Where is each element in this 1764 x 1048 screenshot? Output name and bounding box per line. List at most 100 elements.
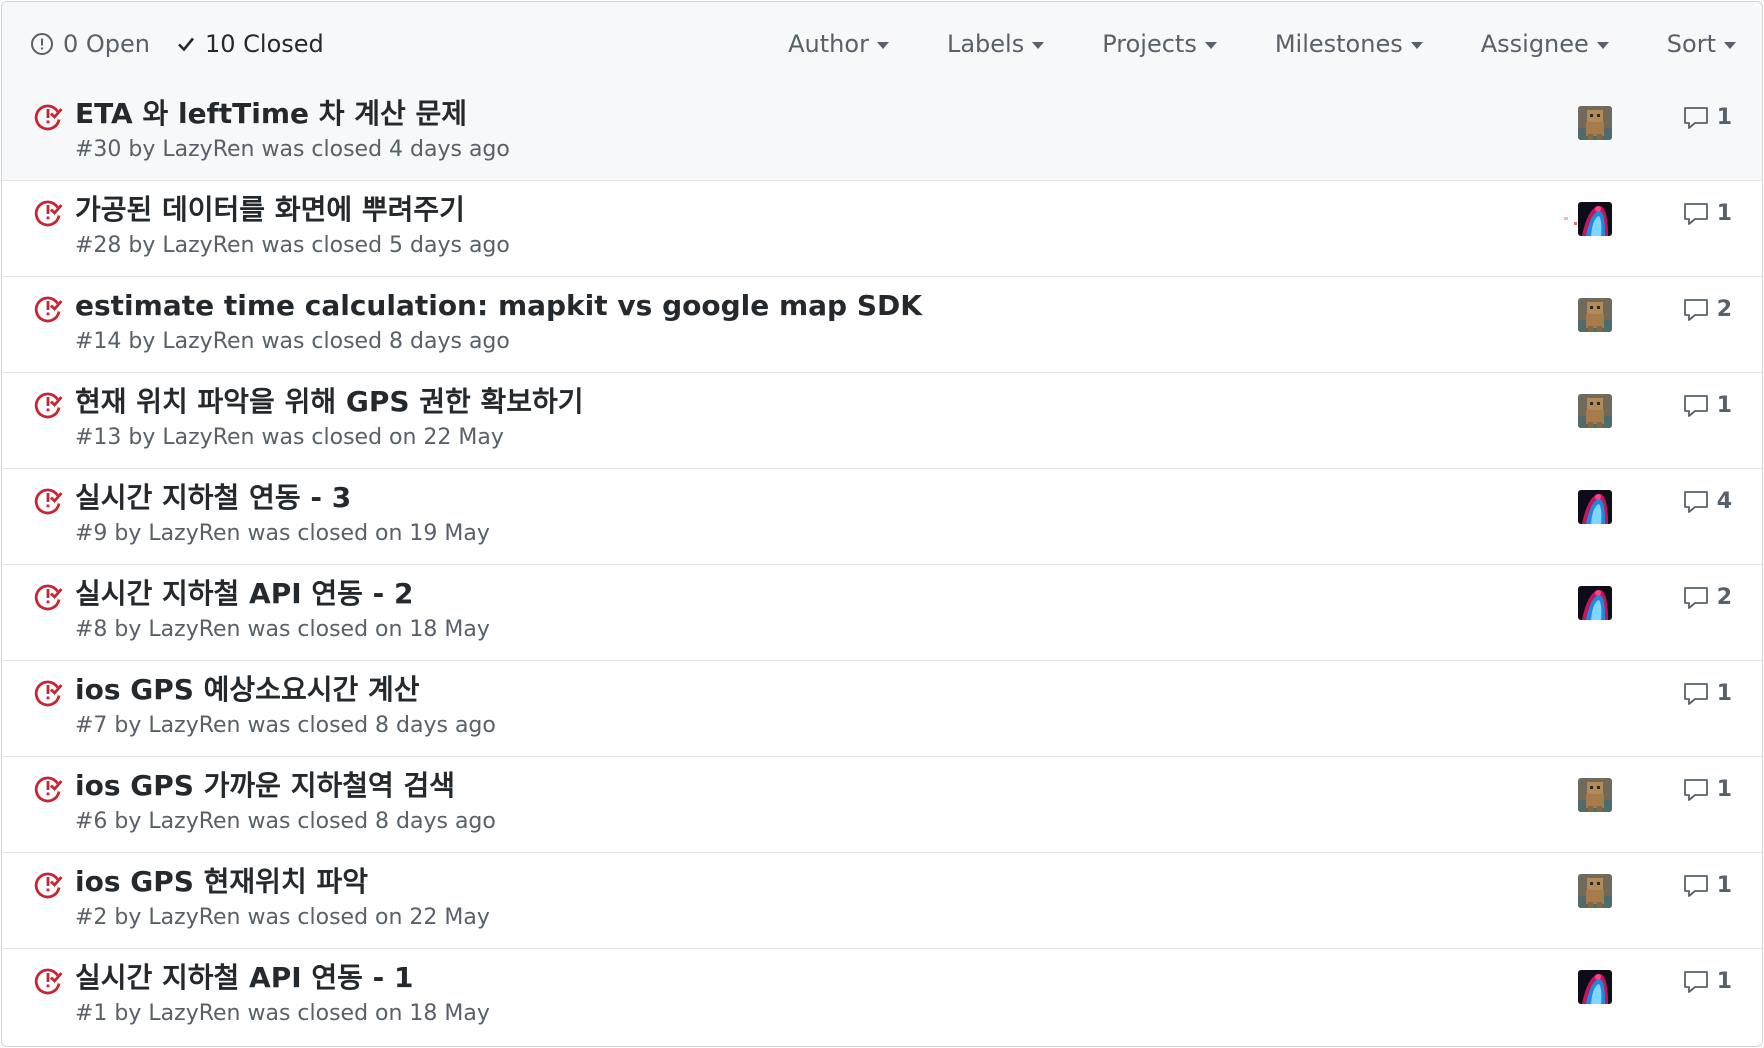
issue-title-link[interactable]: ios GPS 가까운 지하철역 검색 bbox=[75, 766, 455, 806]
caret-down-icon bbox=[1724, 41, 1736, 49]
issue-title-link[interactable]: 실시간 지하철 API 연동 - 1 bbox=[75, 958, 414, 998]
milestones-filter[interactable]: Milestones bbox=[1275, 30, 1423, 58]
comment-count: 1 bbox=[1716, 681, 1732, 706]
assignee-avatars bbox=[1578, 969, 1612, 1005]
check-icon bbox=[178, 37, 195, 51]
assignee-avatars bbox=[1578, 297, 1612, 333]
comment-icon bbox=[1683, 874, 1708, 897]
comments-link[interactable]: 1 bbox=[1683, 777, 1732, 802]
comments-link[interactable]: 1 bbox=[1683, 105, 1732, 130]
issues-box: 0 Open 10 Closed Author Labels Projects … bbox=[1, 1, 1763, 1047]
issue-closed-icon bbox=[34, 200, 63, 227]
comments-link[interactable]: 1 bbox=[1683, 201, 1732, 226]
assignee-avatar[interactable] bbox=[1578, 778, 1612, 812]
comments-link[interactable]: 1 bbox=[1683, 393, 1732, 418]
issue-row[interactable]: 실시간 지하철 API 연동 - 2 #8 by LazyRen was clos… bbox=[2, 565, 1762, 661]
assignee-avatar[interactable] bbox=[1578, 970, 1612, 1004]
issue-title-link[interactable]: 실시간 지하철 API 연동 - 2 bbox=[75, 574, 414, 614]
assignee-avatar[interactable] bbox=[1578, 874, 1612, 908]
issue-row[interactable]: 실시간 지하철 API 연동 - 1 #1 by LazyRen was clos… bbox=[2, 949, 1762, 1045]
assignee-avatars bbox=[1578, 873, 1612, 909]
caret-down-icon bbox=[1596, 41, 1609, 49]
issue-title-link[interactable]: ETA 와 leftTime 차 계산 문제 bbox=[75, 94, 467, 134]
assignee-avatar[interactable] bbox=[1578, 490, 1612, 524]
issue-row[interactable]: ios GPS 현재위치 파악 #2 by LazyRen was closed … bbox=[2, 853, 1762, 949]
closed-issues-link[interactable]: 10 Closed bbox=[176, 30, 324, 58]
issue-closed-icon bbox=[34, 104, 63, 131]
issue-row[interactable]: 실시간 지하철 연동 - 3 #9 by LazyRen was closed o… bbox=[2, 469, 1762, 565]
assignee-avatars bbox=[1578, 777, 1612, 813]
comment-icon bbox=[1683, 778, 1708, 801]
caret-down-icon bbox=[1032, 41, 1045, 49]
comment-count: 1 bbox=[1716, 201, 1732, 226]
comment-icon bbox=[1683, 298, 1708, 321]
comment-icon bbox=[1683, 682, 1708, 705]
comment-icon bbox=[1683, 106, 1708, 129]
issue-title-link[interactable]: ios GPS 현재위치 파악 bbox=[75, 862, 368, 902]
assignee-avatar[interactable] bbox=[1578, 106, 1612, 140]
comment-count: 1 bbox=[1716, 393, 1732, 418]
comment-count: 4 bbox=[1716, 489, 1732, 514]
comment-icon bbox=[1683, 586, 1708, 609]
projects-filter[interactable]: Projects bbox=[1102, 30, 1217, 58]
issue-title-link[interactable]: 실시간 지하철 연동 - 3 bbox=[75, 478, 351, 518]
comments-link[interactable]: 2 bbox=[1683, 585, 1732, 610]
open-issues-link[interactable]: 0 Open bbox=[30, 30, 150, 58]
assignee-avatars bbox=[1578, 105, 1612, 141]
issue-meta: #14 by LazyRen was closed 8 days ago bbox=[75, 329, 510, 354]
assignee-avatars bbox=[1578, 585, 1612, 621]
issue-meta: #30 by LazyRen was closed 4 days ago bbox=[75, 137, 510, 162]
comments-link[interactable]: 1 bbox=[1683, 873, 1732, 898]
closed-issues-label: 10 Closed bbox=[205, 29, 324, 58]
assignee-avatar[interactable] bbox=[1578, 586, 1612, 620]
labels-filter[interactable]: Labels bbox=[946, 29, 1045, 58]
issue-title-link[interactable]: 현재 위치 파악을 위해 GPS 권한 확보하기 bbox=[75, 382, 584, 422]
issue-row[interactable]: 현재 위치 파악을 위해 GPS 권한 확보하기 #13 by LazyRen w… bbox=[2, 373, 1762, 469]
issue-closed-icon bbox=[34, 488, 63, 515]
comments-link[interactable]: 4 bbox=[1683, 489, 1732, 514]
comments-link[interactable]: 2 bbox=[1683, 297, 1732, 322]
issue-meta: #2 by LazyRen was closed on 22 May bbox=[75, 905, 490, 930]
issue-row[interactable]: estimate time calculation: mapkit vs goo… bbox=[2, 277, 1762, 373]
caret-down-icon bbox=[1410, 41, 1423, 49]
caret-down-icon bbox=[876, 41, 889, 49]
assignee-avatar[interactable] bbox=[1578, 394, 1612, 428]
comment-count: 2 bbox=[1716, 585, 1732, 610]
issue-meta: #8 by LazyRen was closed on 18 May bbox=[75, 617, 490, 642]
sort-filter[interactable]: Sort bbox=[1667, 30, 1736, 58]
assignee-filter[interactable]: Assignee bbox=[1481, 30, 1609, 58]
comment-count: 1 bbox=[1716, 105, 1732, 130]
issue-closed-icon bbox=[34, 584, 63, 611]
author-filter-label: Author bbox=[788, 29, 869, 58]
issue-row[interactable]: ios GPS 예상소요시간 계산 #7 by LazyRen was close… bbox=[2, 661, 1762, 757]
comment-icon bbox=[1683, 490, 1708, 513]
assignee-avatars bbox=[1562, 201, 1612, 237]
milestones-filter-label: Milestones bbox=[1274, 29, 1403, 58]
issue-state-toggle: 0 Open 10 Closed bbox=[30, 2, 350, 85]
issue-row[interactable]: ios GPS 가까운 지하철역 검색 #6 by LazyRen was clo… bbox=[2, 757, 1762, 853]
filter-bar: Author Labels Projects Milestones Assign… bbox=[758, 2, 1762, 85]
assignee-avatar[interactable] bbox=[1578, 298, 1612, 332]
issue-opened-icon bbox=[31, 32, 53, 55]
comment-count: 2 bbox=[1716, 297, 1732, 322]
issue-closed-icon bbox=[34, 776, 63, 803]
comment-icon bbox=[1683, 202, 1708, 225]
comments-link[interactable]: 1 bbox=[1683, 969, 1732, 994]
author-filter[interactable]: Author bbox=[788, 30, 889, 58]
comment-count: 1 bbox=[1716, 969, 1732, 994]
issue-title-link[interactable]: estimate time calculation: mapkit vs goo… bbox=[75, 286, 922, 326]
issue-closed-icon bbox=[34, 680, 63, 707]
comment-count: 1 bbox=[1716, 777, 1732, 802]
projects-filter-label: Projects bbox=[1102, 29, 1197, 58]
assignee-avatars bbox=[1578, 489, 1612, 525]
issue-meta: #9 by LazyRen was closed on 19 May bbox=[75, 521, 490, 546]
issue-row[interactable]: ETA 와 leftTime 차 계산 문제 #30 by LazyRen was… bbox=[2, 85, 1762, 181]
labels-filter-label: Labels bbox=[946, 29, 1025, 58]
caret-down-icon bbox=[1204, 41, 1217, 49]
comments-link[interactable]: 1 bbox=[1683, 681, 1732, 706]
issue-meta: #6 by LazyRen was closed 8 days ago bbox=[75, 809, 496, 834]
issue-title-link[interactable]: 가공된 데이터를 화면에 뿌려주기 bbox=[75, 190, 465, 230]
issue-title-link[interactable]: ios GPS 예상소요시간 계산 bbox=[75, 670, 420, 710]
assignee-avatar[interactable] bbox=[1578, 202, 1612, 236]
issue-row[interactable]: 가공된 데이터를 화면에 뿌려주기 #28 by LazyRen was clos… bbox=[2, 181, 1762, 277]
